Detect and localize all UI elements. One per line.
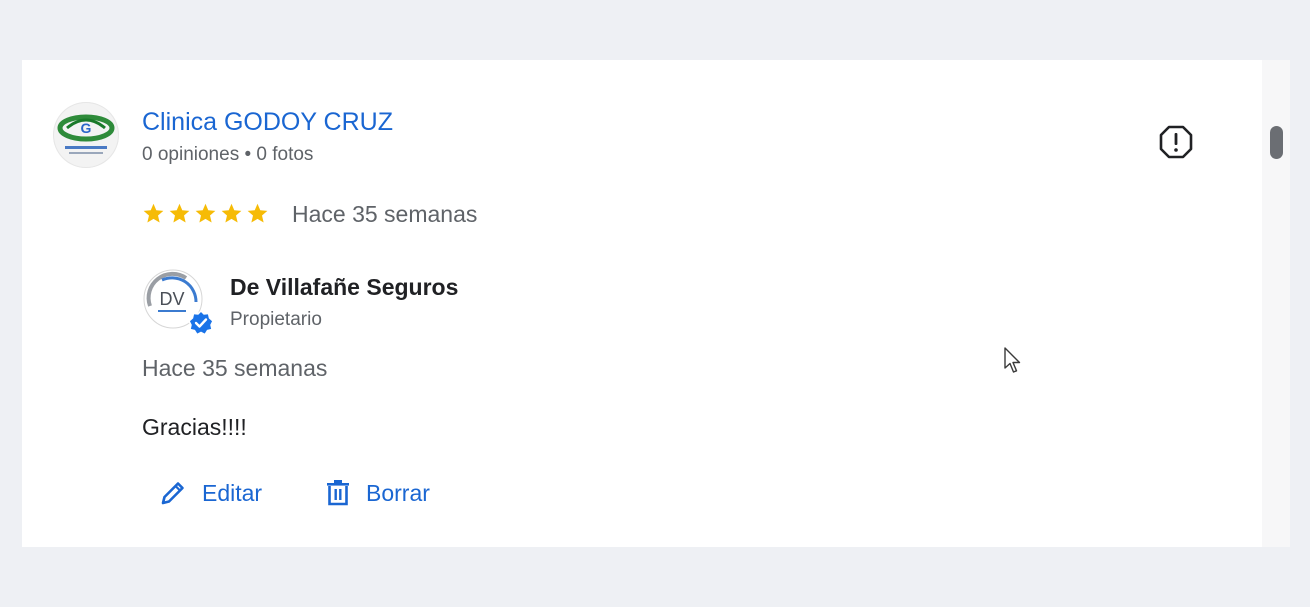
reply-text: Gracias!!!! [142, 414, 247, 440]
report-button[interactable] [1158, 124, 1194, 160]
star-icon [169, 203, 190, 223]
owner-avatar[interactable]: DV [142, 268, 214, 336]
star-icon [221, 203, 242, 223]
delete-button[interactable]: Borrar [324, 478, 430, 508]
star-rating [142, 202, 269, 225]
business-meta: 0 opiniones • 0 fotos [142, 144, 314, 165]
pencil-icon [161, 482, 184, 505]
verified-badge-icon [188, 310, 214, 336]
trash-icon [327, 480, 349, 506]
clinic-logo[interactable]: G [53, 102, 119, 168]
star-icon [195, 203, 216, 223]
clinic-logo-icon: G [57, 114, 115, 154]
owner-role: Propietario [230, 309, 322, 330]
scrollbar[interactable] [1262, 60, 1290, 547]
edit-button[interactable]: Editar [158, 478, 262, 508]
reply-timestamp: Hace 35 semanas [142, 355, 328, 381]
review-timestamp: Hace 35 semanas [292, 201, 478, 227]
svg-text:G: G [81, 120, 92, 136]
scrollbar-thumb[interactable] [1270, 126, 1283, 159]
mouse-cursor-icon [1004, 347, 1021, 373]
svg-text:DV: DV [159, 289, 184, 309]
delete-label: Borrar [366, 479, 430, 506]
report-icon [1159, 125, 1193, 159]
edit-label: Editar [202, 479, 263, 506]
owner-name: De Villafañe Seguros [230, 274, 459, 300]
review-card: G Clinica GODOY CRUZ 0 opiniones • 0 fot… [22, 60, 1290, 547]
star-icon [143, 203, 164, 223]
business-name-link[interactable]: Clinica GODOY CRUZ [142, 108, 393, 137]
star-icon [247, 203, 268, 223]
